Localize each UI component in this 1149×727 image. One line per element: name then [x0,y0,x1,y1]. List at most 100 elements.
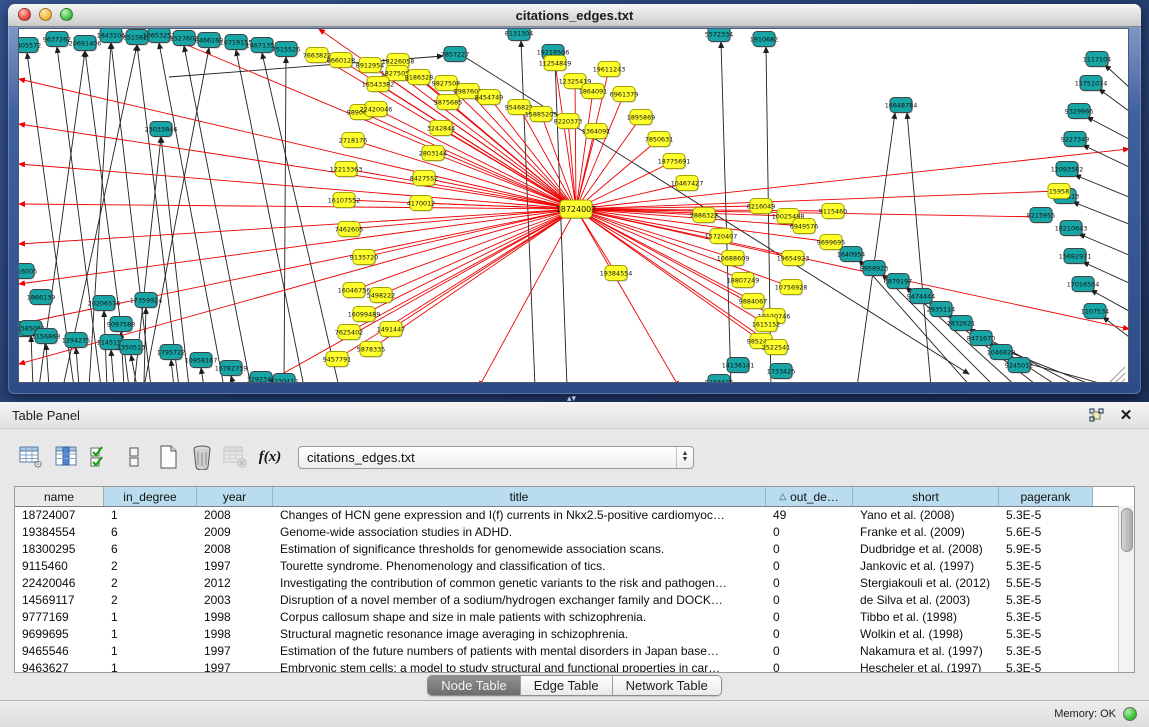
table-cell-year[interactable]: 2009 [197,525,273,539]
network-node[interactable]: 23033846 [145,122,178,138]
float-panel-icon[interactable] [1085,406,1107,424]
network-node[interactable]: 9245012 [1005,358,1033,374]
column-header-out_degree[interactable]: △out_de… [766,487,853,506]
column-header-title[interactable]: title [273,487,766,506]
network-node[interactable]: 1294275 [62,333,90,349]
network-node[interactable]: 1910682 [750,32,778,48]
table-cell-title[interactable]: Structural magnetic resonance image aver… [273,627,766,641]
table-cell-out_degree[interactable]: 0 [766,525,853,539]
network-node[interactable]: 7850631 [645,132,673,148]
network-hub-node[interactable]: 18724007 [556,200,597,219]
table-cell-year[interactable]: 1997 [197,661,273,673]
table-cell-pagerank[interactable]: 5.3E-5 [999,661,1093,673]
network-node[interactable]: 16210643 [1055,221,1088,237]
table-cell-short[interactable]: Jankovic et al. (1997) [853,559,999,573]
network-node[interactable]: 7857227 [441,47,469,63]
column-visibility-icon[interactable] [52,442,80,472]
network-node[interactable]: 5875685 [434,95,462,111]
delete-column-icon[interactable] [188,442,216,472]
table-cell-in_degree[interactable]: 1 [104,610,197,624]
network-node[interactable]: 9474444 [907,289,935,305]
table-cell-short[interactable]: Yano et al. (2008) [853,508,999,522]
table-cell-short[interactable]: Nakamura et al. (1997) [853,644,999,658]
table-cell-pagerank[interactable]: 5.3E-5 [999,644,1093,658]
table-row[interactable]: 2242004622012Investigating the contribut… [15,574,1119,591]
table-mode-icon[interactable]: ⚙ [18,442,46,472]
table-cell-name[interactable]: 9777169 [15,610,104,624]
network-node[interactable]: 12213363 [330,162,363,178]
table-cell-year[interactable]: 1997 [197,644,273,658]
network-node[interactable]: 5498222 [367,288,395,304]
table-cell-out_degree[interactable]: 0 [766,661,853,673]
table-selector-dropdown[interactable]: citations_edges.txt ▲▼ [298,446,694,469]
network-node[interactable]: 2516005 [19,264,37,280]
network-node[interactable]: 9884067 [739,294,767,310]
table-cell-title[interactable]: Disruption of a novel member of a sodium… [273,593,766,607]
network-node[interactable]: 15751074 [1075,76,1108,92]
network-node[interactable]: 9115460 [819,204,847,220]
table-cell-in_degree[interactable]: 1 [104,627,197,641]
table-cell-title[interactable]: Estimation of significance thresholds fo… [273,542,766,556]
network-node[interactable]: 8427552 [410,171,438,187]
table-cell-year[interactable]: 2008 [197,542,273,556]
table-cell-pagerank[interactable]: 5.3E-5 [999,559,1093,573]
network-node[interactable]: 1350513 [117,340,145,356]
network-node[interactable]: 8958923 [860,261,888,277]
table-cell-title[interactable]: Embryonic stem cells: a model to study s… [273,661,766,673]
table-cell-out_degree[interactable]: 0 [766,593,853,607]
network-node[interactable]: 8186328 [405,70,433,86]
tab-edge-table[interactable]: Edge Table [521,676,613,695]
network-node[interactable]: 19384554 [600,266,633,282]
table-cell-title[interactable]: Estimation of the future numbers of pati… [273,644,766,658]
network-node[interactable]: 8220373 [554,114,582,130]
function-builder-icon[interactable]: f(x) [256,442,284,472]
network-node[interactable]: 16107552 [328,193,361,209]
network-node[interactable]: 2935114 [927,302,955,318]
table-cell-name[interactable]: 22420046 [15,576,104,590]
table-cell-name[interactable]: 9463627 [15,661,104,673]
table-cell-pagerank[interactable]: 5.3E-5 [999,627,1093,641]
table-cell-short[interactable]: Franke et al. (2009) [853,525,999,539]
network-node[interactable]: 1107534 [1081,304,1109,320]
network-node[interactable]: 19611243 [593,62,626,78]
table-cell-pagerank[interactable]: 5.3E-5 [999,593,1093,607]
network-node[interactable]: 1117104 [1083,52,1111,68]
table-cell-title[interactable]: Genome-wide association studies in ADHD. [273,525,766,539]
table-cell-year[interactable]: 1997 [197,559,273,573]
tab-network-table[interactable]: Network Table [613,676,721,695]
table-cell-name[interactable]: 9699695 [15,627,104,641]
table-vertical-scrollbar[interactable] [1118,506,1134,672]
network-node[interactable]: 8230412 [270,374,298,384]
network-node[interactable]: 1364091 [582,124,610,140]
network-node[interactable]: 8215955 [1027,208,1055,224]
network-node[interactable]: 9227349 [1061,132,1089,148]
table-row[interactable]: 1872400712008Changes of HCN gene express… [15,506,1119,523]
network-node[interactable]: 19654923 [777,251,810,267]
network-node[interactable]: 8131304 [505,29,533,42]
network-node[interactable]: 7832621 [947,316,975,332]
network-node[interactable]: 1895869 [627,110,655,126]
network-node[interactable]: 1843104 [97,29,125,44]
network-node[interactable]: 16648784 [885,98,918,114]
close-button[interactable] [18,8,31,21]
column-header-name[interactable]: name [15,487,104,506]
network-node[interactable]: 14136141 [722,358,755,374]
network-node[interactable]: 8660128 [327,53,355,69]
network-node[interactable]: 2803144 [419,146,447,162]
new-table-icon[interactable] [154,442,182,472]
network-view-canvas[interactable]: 2405572963726220691406184310485158241065… [18,28,1129,383]
network-node[interactable]: 6879197 [884,274,912,290]
table-cell-pagerank[interactable]: 5.9E-5 [999,542,1093,556]
table-cell-name[interactable]: 14569117 [15,593,104,607]
network-node[interactable]: 18775691 [658,154,691,170]
network-node[interactable]: 7886322 [690,208,718,224]
column-header-in_degree[interactable]: in_degree [104,487,197,506]
network-node[interactable]: 7625402 [335,325,363,341]
network-node[interactable]: 15958 [1048,184,1071,200]
table-cell-pagerank[interactable]: 5.5E-5 [999,576,1093,590]
table-cell-short[interactable]: Hescheler et al. (1997) [853,661,999,673]
network-node[interactable]: 17359924 [130,293,163,309]
network-node[interactable]: 4170012 [407,196,435,212]
table-cell-year[interactable]: 2003 [197,593,273,607]
network-node[interactable]: 7462605 [335,222,363,238]
